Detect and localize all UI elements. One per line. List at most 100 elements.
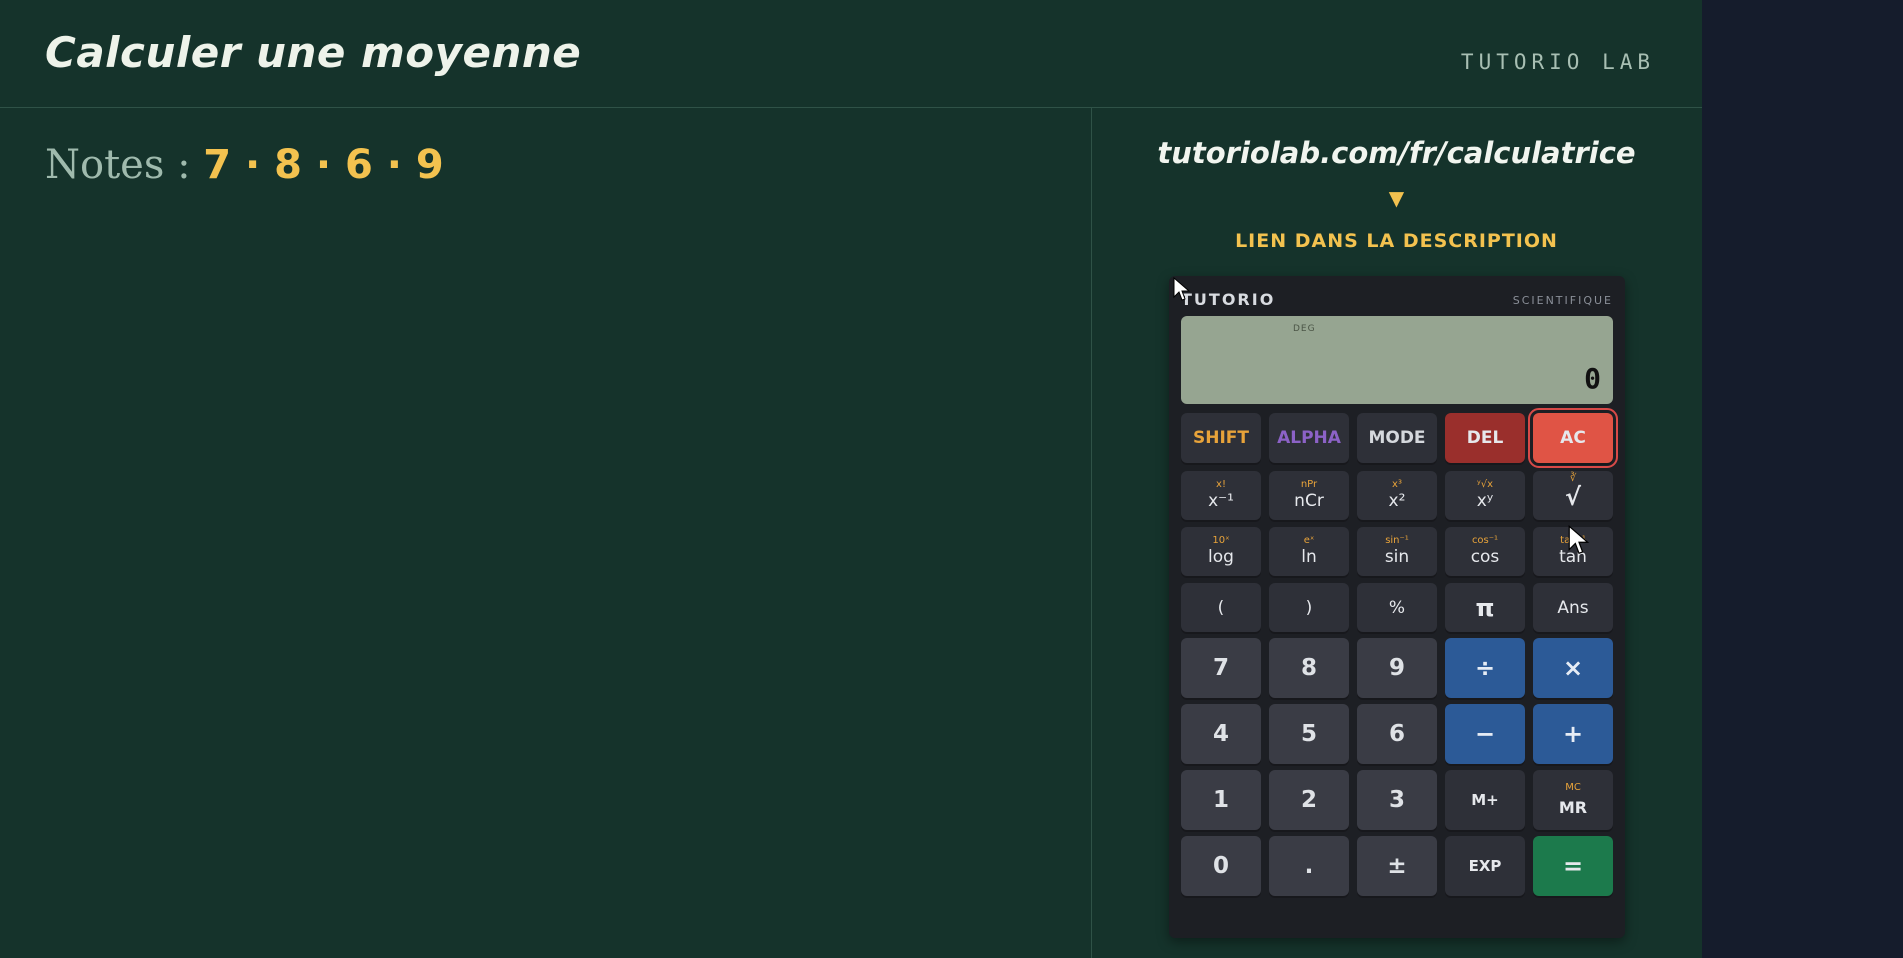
digit-2-key[interactable]: 2 (1269, 770, 1349, 830)
sin-key[interactable]: sin⁻¹ sin (1357, 527, 1437, 576)
side-panel (1702, 0, 1903, 958)
digit-9-key[interactable]: 9 (1357, 638, 1437, 698)
key-label: EXP (1468, 857, 1502, 875)
digit-5-key[interactable]: 5 (1269, 704, 1349, 764)
key-sublabel: eˣ (1303, 535, 1315, 546)
plus-minus-key[interactable]: ± (1357, 836, 1437, 896)
digit-0-key[interactable]: 0 (1181, 836, 1261, 896)
key-label: π (1475, 593, 1495, 622)
key-label: 6 (1388, 721, 1405, 747)
open-paren-key[interactable]: ( (1181, 583, 1261, 632)
ans-key[interactable]: Ans (1533, 583, 1613, 632)
multiply-key[interactable]: × (1533, 638, 1613, 698)
key-label: . (1304, 853, 1314, 879)
key-label: 8 (1300, 655, 1317, 681)
square-key[interactable]: x³ x² (1357, 471, 1437, 520)
key-label: SHIFT (1192, 428, 1249, 448)
key-label: ÷ (1474, 654, 1496, 682)
ln-key[interactable]: eˣ ln (1269, 527, 1349, 576)
memory-recall-key[interactable]: MC MR (1533, 770, 1613, 830)
key-label: ± (1387, 853, 1407, 879)
log-key[interactable]: 10ˣ log (1181, 527, 1261, 576)
key-label: ) (1305, 597, 1313, 618)
cos-key[interactable]: cos⁻¹ cos (1445, 527, 1525, 576)
del-key[interactable]: DEL (1445, 413, 1525, 463)
key-label: + (1562, 720, 1584, 748)
page-title: Calculer une moyenne (45, 28, 582, 77)
key-label: x² (1388, 491, 1406, 511)
key-sublabel: x! (1216, 479, 1226, 490)
key-sublabel: x³ (1392, 479, 1402, 490)
key-label: MR (1558, 798, 1588, 817)
key-label: √ (1564, 483, 1581, 511)
key-label: 7 (1212, 655, 1229, 681)
key-label: = (1562, 852, 1584, 880)
digit-1-key[interactable]: 1 (1181, 770, 1261, 830)
percent-key[interactable]: % (1357, 583, 1437, 632)
key-label: M+ (1471, 791, 1499, 809)
digit-7-key[interactable]: 7 (1181, 638, 1261, 698)
key-label: % (1388, 597, 1406, 618)
key-label: x⁻¹ (1208, 491, 1234, 511)
key-label: MODE (1368, 428, 1426, 448)
link-description: LIEN DANS LA DESCRIPTION (1235, 230, 1558, 252)
minus-key[interactable]: − (1445, 704, 1525, 764)
decimal-key[interactable]: . (1269, 836, 1349, 896)
key-label: − (1474, 720, 1496, 748)
exp-key[interactable]: EXP (1445, 836, 1525, 896)
digit-6-key[interactable]: 6 (1357, 704, 1437, 764)
key-sublabel: cos⁻¹ (1471, 535, 1499, 546)
alpha-key[interactable]: ALPHA (1269, 413, 1349, 463)
key-label: cos (1470, 547, 1500, 567)
ac-key[interactable]: AC (1528, 408, 1618, 468)
key-label: DEL (1466, 428, 1504, 448)
divide-key[interactable]: ÷ (1445, 638, 1525, 698)
calculator: TUTORIO SCIENTIFIQUE DEG 0 SHIFT ALPHA M… (1169, 276, 1625, 938)
key-label: ALPHA (1277, 428, 1341, 448)
key-label: nCr (1294, 491, 1324, 511)
mode-key[interactable]: MODE (1357, 413, 1437, 463)
memory-plus-key[interactable]: M+ (1445, 770, 1525, 830)
angle-mode-indicator: DEG (1293, 324, 1316, 334)
plus-key[interactable]: + (1533, 704, 1613, 764)
key-label: 5 (1300, 721, 1317, 747)
notes-line: Notes : 7 · 8 · 6 · 9 (45, 142, 444, 188)
key-label: sin (1384, 547, 1410, 567)
sqrt-key[interactable]: ∛ √ (1533, 471, 1613, 520)
calculator-display: DEG 0 (1181, 316, 1613, 404)
key-sublabel: sin⁻¹ (1385, 535, 1409, 546)
calculator-model: SCIENTIFIQUE (1512, 294, 1613, 307)
header-bar: Calculer une moyenne TUTORIO LAB (0, 0, 1702, 108)
mouse-cursor-icon (1173, 277, 1191, 301)
key-sublabel: nPr (1300, 479, 1318, 490)
key-label: 9 (1388, 655, 1405, 681)
key-label: xʸ (1476, 491, 1494, 511)
key-label: Ans (1557, 597, 1589, 618)
key-sublabel: 10ˣ (1212, 535, 1230, 546)
digit-3-key[interactable]: 3 (1357, 770, 1437, 830)
power-key[interactable]: ʸ√x xʸ (1445, 471, 1525, 520)
ncr-key[interactable]: nPr nCr (1269, 471, 1349, 520)
display-value: 0 (1584, 362, 1601, 395)
equals-key[interactable]: = (1533, 836, 1613, 896)
calculator-brand: TUTORIO (1181, 290, 1276, 309)
key-label: AC (1560, 428, 1586, 448)
digit-8-key[interactable]: 8 (1269, 638, 1349, 698)
key-label: log (1208, 547, 1234, 567)
inverse-key[interactable]: x! x⁻¹ (1181, 471, 1261, 520)
key-label: ( (1217, 597, 1225, 618)
key-label: 1 (1212, 787, 1229, 813)
brand-label: TUTORIO LAB (1460, 50, 1655, 74)
notes-values: 7 · 8 · 6 · 9 (203, 142, 444, 188)
mouse-cursor-icon (1568, 525, 1590, 554)
key-label: 3 (1388, 787, 1405, 813)
shift-key[interactable]: SHIFT (1181, 413, 1261, 463)
pi-key[interactable]: π (1445, 583, 1525, 632)
close-paren-key[interactable]: ) (1269, 583, 1349, 632)
digit-4-key[interactable]: 4 (1181, 704, 1261, 764)
key-label: × (1562, 654, 1584, 682)
key-label: ln (1301, 547, 1317, 567)
key-label: 0 (1212, 853, 1229, 879)
calculator-url: tutoriolab.com/fr/calculatrice (1157, 136, 1636, 170)
notes-label: Notes : (45, 142, 191, 188)
